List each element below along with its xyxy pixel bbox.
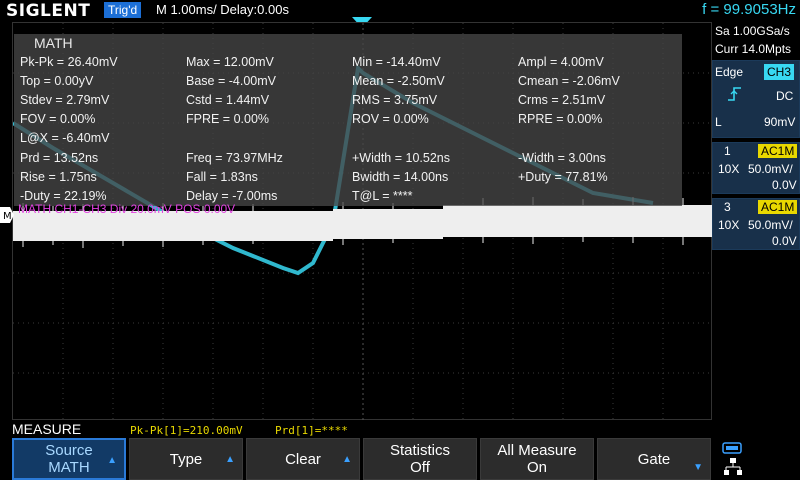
softkey-label: Gate <box>637 450 671 468</box>
trigger-source-badge: CH3 <box>764 64 795 80</box>
ch3-probe: 10X <box>718 218 740 232</box>
top-status-bar: SIGLENT Trig'd M 1.00ms/ Delay:0.00s f =… <box>0 0 800 21</box>
ch1-offset: 0.0V <box>772 178 797 192</box>
trigger-level-marker: L <box>715 115 722 129</box>
meas-cell: Bwidth = 14.00ns <box>352 170 449 184</box>
ch1-scale: 50.0mV/ <box>748 162 793 176</box>
arrow-up-icon: ▲ <box>342 454 352 465</box>
arrow-down-icon: ▼ <box>693 462 703 473</box>
meas-cell: -Duty = 22.19% <box>20 189 107 203</box>
softkey-label: Statistics <box>389 442 450 459</box>
all-measure-softkey[interactable]: All Measure On <box>480 438 594 480</box>
rising-edge-icon <box>728 87 741 101</box>
meas-cell: Rise = 1.75ns <box>20 170 97 184</box>
meas-cell: Cstd = 1.44mV <box>186 93 270 107</box>
trigger-level: 90mV <box>764 115 796 129</box>
meas-cell: Prd = 13.52ns <box>20 151 99 165</box>
trigger-type: Edge <box>715 65 744 79</box>
ch1-coupling-badge: AC1M <box>758 144 798 158</box>
arrow-up-icon: ▲ <box>107 455 117 466</box>
meas-cell: Ampl = 4.00mV <box>518 55 604 69</box>
trigger-status-badge: Trig'd <box>104 2 142 18</box>
sample-rate: Sa 1.00GSa/s <box>715 24 790 38</box>
statistics-softkey[interactable]: Statistics Off <box>363 438 477 480</box>
meas-cell: Freq = 73.97MHz <box>186 151 283 165</box>
meas-cell: Delay = -7.00ms <box>186 189 278 203</box>
memory-depth: Curr 14.0Mpts <box>715 42 792 56</box>
ch3-scale: 50.0mV/ <box>748 218 793 232</box>
ch3-coupling-badge: AC1M <box>758 200 798 214</box>
ch1-probe: 10X <box>718 162 740 176</box>
softkey-bar: Source MATH ▲ Type ▲ Clear ▲ Statistics … <box>0 438 800 480</box>
softkey-label: Type <box>169 450 203 468</box>
meas-cell: RMS = 3.75mV <box>352 93 438 107</box>
meas-cell: -Width = 3.00ns <box>518 151 606 165</box>
meas-cell: +Duty = 77.81% <box>518 170 608 184</box>
softkey-label: Source <box>45 442 93 459</box>
measure-result-prd: Prd[1]=**** <box>275 424 348 437</box>
source-softkey[interactable]: Source MATH ▲ <box>12 438 126 480</box>
meas-cell: T@L = **** <box>352 189 413 203</box>
meas-cell: ROV = 0.00% <box>352 112 429 126</box>
meas-cell: Max = 12.00mV <box>186 55 274 69</box>
type-softkey[interactable]: Type ▲ <box>129 438 243 480</box>
usb-icon <box>722 442 742 454</box>
frequency-counter: f = 99.9053Hz <box>702 1 796 18</box>
measure-result-pkpk: Pk-Pk[1]=210.00mV <box>130 424 243 437</box>
softkey-label: All Measure <box>497 442 577 459</box>
meas-cell: Pk-Pk = 26.40mV <box>20 55 118 69</box>
menu-title: MEASURE <box>12 421 82 437</box>
softkey-label: Clear <box>285 450 321 468</box>
softkey-value: MATH <box>48 459 90 476</box>
gate-softkey[interactable]: Gate ▼ <box>597 438 711 480</box>
meas-cell: Mean = -2.50mV <box>352 74 445 88</box>
meas-cell: FOV = 0.00% <box>20 112 96 126</box>
clear-softkey[interactable]: Clear ▲ <box>246 438 360 480</box>
svg-text:M: M <box>3 211 12 222</box>
ch3-number: 3 <box>724 200 731 214</box>
math-panel-title: MATH <box>34 35 73 51</box>
meas-cell: Base = -4.00mV <box>186 74 276 88</box>
timebase-readout: M 1.00ms/ Delay:0.00s <box>156 2 289 17</box>
softkey-value: On <box>526 459 547 476</box>
meas-cell: Fall = 1.83ns <box>186 170 258 184</box>
brand-logo: SIGLENT <box>6 1 91 21</box>
meas-cell: Top = 0.00yV <box>20 74 94 88</box>
meas-cell: Crms = 2.51mV <box>518 93 606 107</box>
math-level-marker[interactable]: M <box>0 207 14 223</box>
network-icon <box>724 458 742 475</box>
meas-cell: +Width = 10.52ns <box>352 151 450 165</box>
status-icons <box>716 440 800 480</box>
meas-cell: RPRE = 0.00% <box>518 112 603 126</box>
meas-cell: Stdev = 2.79mV <box>20 93 110 107</box>
meas-cell: Cmean = -2.06mV <box>518 74 620 88</box>
math-measurement-panel: MATH Pk-Pk = 26.40mV Max = 12.00mV Min =… <box>14 34 682 206</box>
meas-cell: FPRE = 0.00% <box>186 112 270 126</box>
trigger-coupling: DC <box>776 89 794 103</box>
ch3-offset: 0.0V <box>772 234 797 248</box>
ch1-number: 1 <box>724 144 731 158</box>
math-trace-label: MATH CH1-CH3 Div 20.0mV POS 0.00V <box>18 202 236 216</box>
meas-cell: L@X = -6.40mV <box>20 131 110 145</box>
meas-cell: Min = -14.40mV <box>352 55 441 69</box>
arrow-up-icon: ▲ <box>225 454 235 465</box>
softkey-value: Off <box>410 459 430 476</box>
